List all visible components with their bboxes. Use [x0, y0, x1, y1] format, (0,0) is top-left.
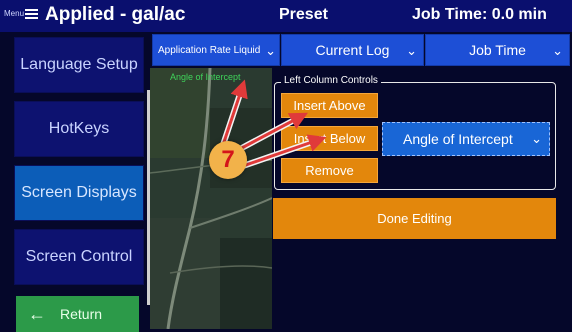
sidebar-item-screen-displays[interactable]: Screen Displays — [14, 165, 144, 221]
selected-column-dropdown[interactable]: Angle of Intercept ⌄ — [382, 122, 550, 156]
top-bar: Menu Applied - gal/ac Preset Job Time: 0… — [0, 0, 572, 32]
dropdown-label: Job Time — [469, 42, 526, 58]
column-header-dropdowns: Application Rate Liquid ⌄ Current Log ⌄ … — [150, 32, 572, 68]
sidebar-item-screen-control[interactable]: Screen Control — [14, 229, 144, 285]
button-label: Insert Above — [293, 98, 366, 113]
button-label: Remove — [305, 163, 354, 178]
chevron-down-icon: ⌄ — [406, 43, 417, 58]
sidebar-item-label: HotKeys — [48, 120, 110, 137]
map-view[interactable]: Angle of Intercept — [150, 68, 272, 329]
preset-label: Preset — [279, 6, 328, 23]
arrow-left-icon: ← — [28, 303, 46, 324]
insert-above-button[interactable]: Insert Above — [281, 93, 378, 118]
map-overlay-label: Angle of Intercept — [170, 72, 241, 82]
chevron-down-icon: ⌄ — [531, 131, 542, 146]
menu-label[interactable]: Menu — [4, 9, 24, 18]
dropdown-label: Application Rate Liquid — [158, 44, 261, 56]
chevron-down-icon: ⌄ — [265, 43, 276, 58]
button-label: Done Editing — [377, 211, 452, 226]
dropdown-job-time[interactable]: Job Time ⌄ — [425, 34, 570, 66]
job-time-readout: Job Time: 0.0 min — [412, 6, 547, 23]
group-legend: Left Column Controls — [281, 75, 381, 86]
sidebar-item-label: Screen Control — [25, 248, 133, 265]
sidebar-item-language-setup[interactable]: Language Setup — [14, 37, 144, 93]
insert-below-button[interactable]: Insert Below — [281, 126, 378, 151]
return-label: Return — [60, 306, 103, 322]
applied-rate-title: Applied - gal/ac — [45, 4, 186, 25]
chevron-down-icon: ⌄ — [552, 43, 563, 58]
aerial-map-image — [150, 68, 272, 329]
callout-badge: 7 — [209, 141, 247, 179]
sidebar: Language Setup HotKeys Screen Displays S… — [0, 32, 150, 332]
dropdown-label: Angle of Intercept — [403, 131, 513, 147]
dropdown-current-log[interactable]: Current Log ⌄ — [281, 34, 424, 66]
dropdown-application-rate[interactable]: Application Rate Liquid ⌄ — [152, 34, 280, 66]
sidebar-item-label: Screen Displays — [21, 184, 137, 201]
sidebar-item-hotkeys[interactable]: HotKeys — [14, 101, 144, 157]
button-label: Insert Below — [293, 131, 366, 146]
remove-button[interactable]: Remove — [281, 158, 378, 183]
done-editing-button[interactable]: Done Editing — [273, 198, 556, 239]
return-button[interactable]: ← Return — [16, 296, 139, 332]
dropdown-label: Current Log — [315, 42, 390, 58]
hamburger-menu-icon[interactable] — [25, 9, 38, 20]
sidebar-item-label: Language Setup — [20, 56, 138, 73]
